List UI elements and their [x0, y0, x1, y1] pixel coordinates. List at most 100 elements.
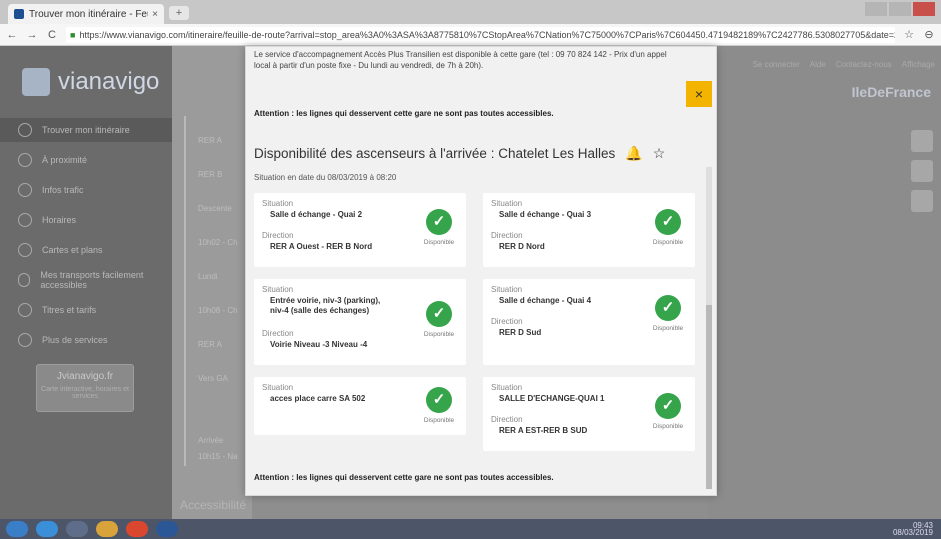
- route-step: 10h02 - Ch: [198, 238, 238, 247]
- status-label: Disponible: [652, 325, 684, 332]
- available-check-icon: ✓: [655, 209, 681, 235]
- situation-label: Situation: [491, 285, 523, 294]
- clock-date: 08/03/2019: [892, 528, 933, 537]
- direction-label: Direction: [491, 231, 523, 240]
- window-controls: [865, 2, 935, 16]
- chrome-icon[interactable]: [126, 521, 148, 537]
- situation-value: Salle d échange - Quai 4: [499, 296, 592, 305]
- situation-value: Salle d échange - Quai 3: [499, 210, 592, 219]
- situation-label: Situation: [491, 383, 523, 392]
- favicon-icon: [14, 9, 24, 19]
- word-icon[interactable]: [156, 521, 178, 537]
- address-bar[interactable]: ■ https://www.vianavigo.com/itineraire/f…: [66, 26, 895, 43]
- available-check-icon: ✓: [426, 387, 452, 413]
- account-icon[interactable]: ⊖: [923, 28, 935, 41]
- browser-tabstrip: Trouver mon itinéraire - Feuille ... × +: [0, 0, 941, 24]
- route-step: Lundi: [198, 272, 218, 281]
- bell-icon[interactable]: 🔔: [625, 145, 642, 162]
- accessibility-notice: Le service d'accompagnement Accès Plus T…: [254, 50, 667, 70]
- situation-label: Situation: [262, 383, 294, 392]
- zoom-in-icon[interactable]: [911, 160, 933, 182]
- sidebar-item-tickets[interactable]: Titres et tarifs: [0, 298, 172, 322]
- zoom-out-icon[interactable]: [911, 190, 933, 212]
- close-button[interactable]: ×: [686, 81, 712, 107]
- plus-icon: [18, 333, 32, 347]
- browser-tab[interactable]: Trouver mon itinéraire - Feuille ... ×: [8, 4, 164, 24]
- display-link[interactable]: Affichage: [902, 60, 935, 69]
- accessibility-section-title: Accessibilité: [180, 498, 247, 512]
- ticket-icon: [18, 303, 32, 317]
- scrollbar-thumb[interactable]: [706, 305, 712, 489]
- status-label: Disponible: [652, 423, 684, 430]
- sidebar-item-services[interactable]: Plus de services: [0, 328, 172, 352]
- lock-icon: ■: [70, 29, 76, 40]
- accessibility-icon: [18, 273, 31, 287]
- map-area[interactable]: Se connecter Aide Contactez-nous Afficha…: [708, 46, 941, 519]
- direction-label: Direction: [491, 415, 523, 424]
- accessibility-warning-bottom: Attention : les lignes qui desservent ce…: [254, 473, 554, 482]
- app-promo-badge[interactable]: Jvianavigo.fr Carte interactive, horaire…: [36, 364, 134, 412]
- elevator-card: Situation SALLE D'ECHANGE-QUAI 1 Directi…: [483, 377, 695, 451]
- available-check-icon: ✓: [655, 295, 681, 321]
- route-icon: [18, 123, 32, 137]
- situation-value: Salle d échange - Quai 2: [270, 210, 363, 219]
- login-link[interactable]: Se connecter: [753, 60, 800, 69]
- sidebar-item-itinerary[interactable]: Trouver mon itinéraire: [0, 118, 172, 142]
- os-taskbar: 09:43 08/03/2019: [0, 519, 941, 539]
- route-step: 10h15 - Na: [198, 452, 238, 461]
- modal-scrollbar[interactable]: [706, 167, 712, 489]
- direction-label: Direction: [491, 317, 523, 326]
- start-button-icon[interactable]: [6, 521, 28, 537]
- minimize-button[interactable]: [865, 2, 887, 16]
- elevator-card: Situation Salle d échange - Quai 2 Direc…: [254, 193, 466, 267]
- direction-value: RER D Sud: [499, 328, 542, 337]
- vianavigo-logo[interactable]: vianavigo: [22, 68, 159, 96]
- contact-link[interactable]: Contactez-nous: [836, 60, 892, 69]
- available-check-icon: ✓: [426, 209, 452, 235]
- status-label: Disponible: [652, 239, 684, 246]
- sidebar-item-schedules[interactable]: Horaires: [0, 208, 172, 232]
- sidebar-item-maps[interactable]: Cartes et plans: [0, 238, 172, 262]
- logo-text: vianavigo: [58, 68, 160, 95]
- maximize-button[interactable]: [889, 2, 911, 16]
- map-icon: [18, 243, 32, 257]
- direction-value: RER A EST-RER B SUD: [499, 426, 588, 435]
- modal-header: Disponibilité des ascenseurs à l'arrivée…: [254, 145, 665, 162]
- explorer-icon[interactable]: [66, 521, 88, 537]
- situation-label: Situation: [262, 285, 294, 294]
- clock-icon: [18, 213, 32, 227]
- ie-icon[interactable]: [36, 521, 58, 537]
- location-icon: [18, 153, 32, 167]
- star-icon[interactable]: ☆: [653, 145, 666, 162]
- sidebar: vianavigo Trouver mon itinéraire À proxi…: [0, 46, 172, 519]
- tab-close-icon[interactable]: ×: [152, 9, 158, 20]
- folder-icon[interactable]: [96, 521, 118, 537]
- route-step: Descente: [198, 204, 232, 213]
- help-link[interactable]: Aide: [810, 60, 826, 69]
- sidebar-item-label: Horaires: [42, 215, 77, 225]
- sidebar-item-accessible[interactable]: Mes transports facilement accessibles: [0, 268, 172, 292]
- search-icon[interactable]: [911, 130, 933, 152]
- window-close-button[interactable]: [913, 2, 935, 16]
- back-button[interactable]: ←: [6, 29, 18, 41]
- map-tools: [911, 130, 933, 212]
- reload-button[interactable]: C: [46, 29, 58, 41]
- situation-label: Situation: [491, 199, 523, 208]
- status-label: Disponible: [423, 239, 455, 246]
- system-tray-clock[interactable]: 09:43 08/03/2019: [892, 522, 933, 537]
- browser-toolbar: ← → C ■ https://www.vianavigo.com/itiner…: [0, 24, 941, 46]
- route-line: [184, 116, 186, 466]
- tab-title: Trouver mon itinéraire - Feuille ...: [29, 8, 148, 20]
- sidebar-item-label: Trouver mon itinéraire: [42, 125, 130, 135]
- direction-value: RER A Ouest - RER B Nord: [270, 242, 373, 251]
- bookmark-star-icon[interactable]: ☆: [903, 28, 915, 41]
- situation-value: SALLE D'ECHANGE-QUAI 1: [499, 394, 605, 403]
- route-step: RER B: [198, 170, 223, 179]
- route-step: 10h08 - Ch: [198, 306, 238, 315]
- sidebar-item-nearby[interactable]: À proximité: [0, 148, 172, 172]
- available-check-icon: ✓: [655, 393, 681, 419]
- sidebar-item-traffic[interactable]: Infos trafic: [0, 178, 172, 202]
- new-tab-button[interactable]: +: [169, 6, 189, 20]
- route-panel: RER A RER B Descente 10h02 - Ch Lundi 10…: [172, 46, 252, 519]
- forward-button[interactable]: →: [26, 29, 38, 41]
